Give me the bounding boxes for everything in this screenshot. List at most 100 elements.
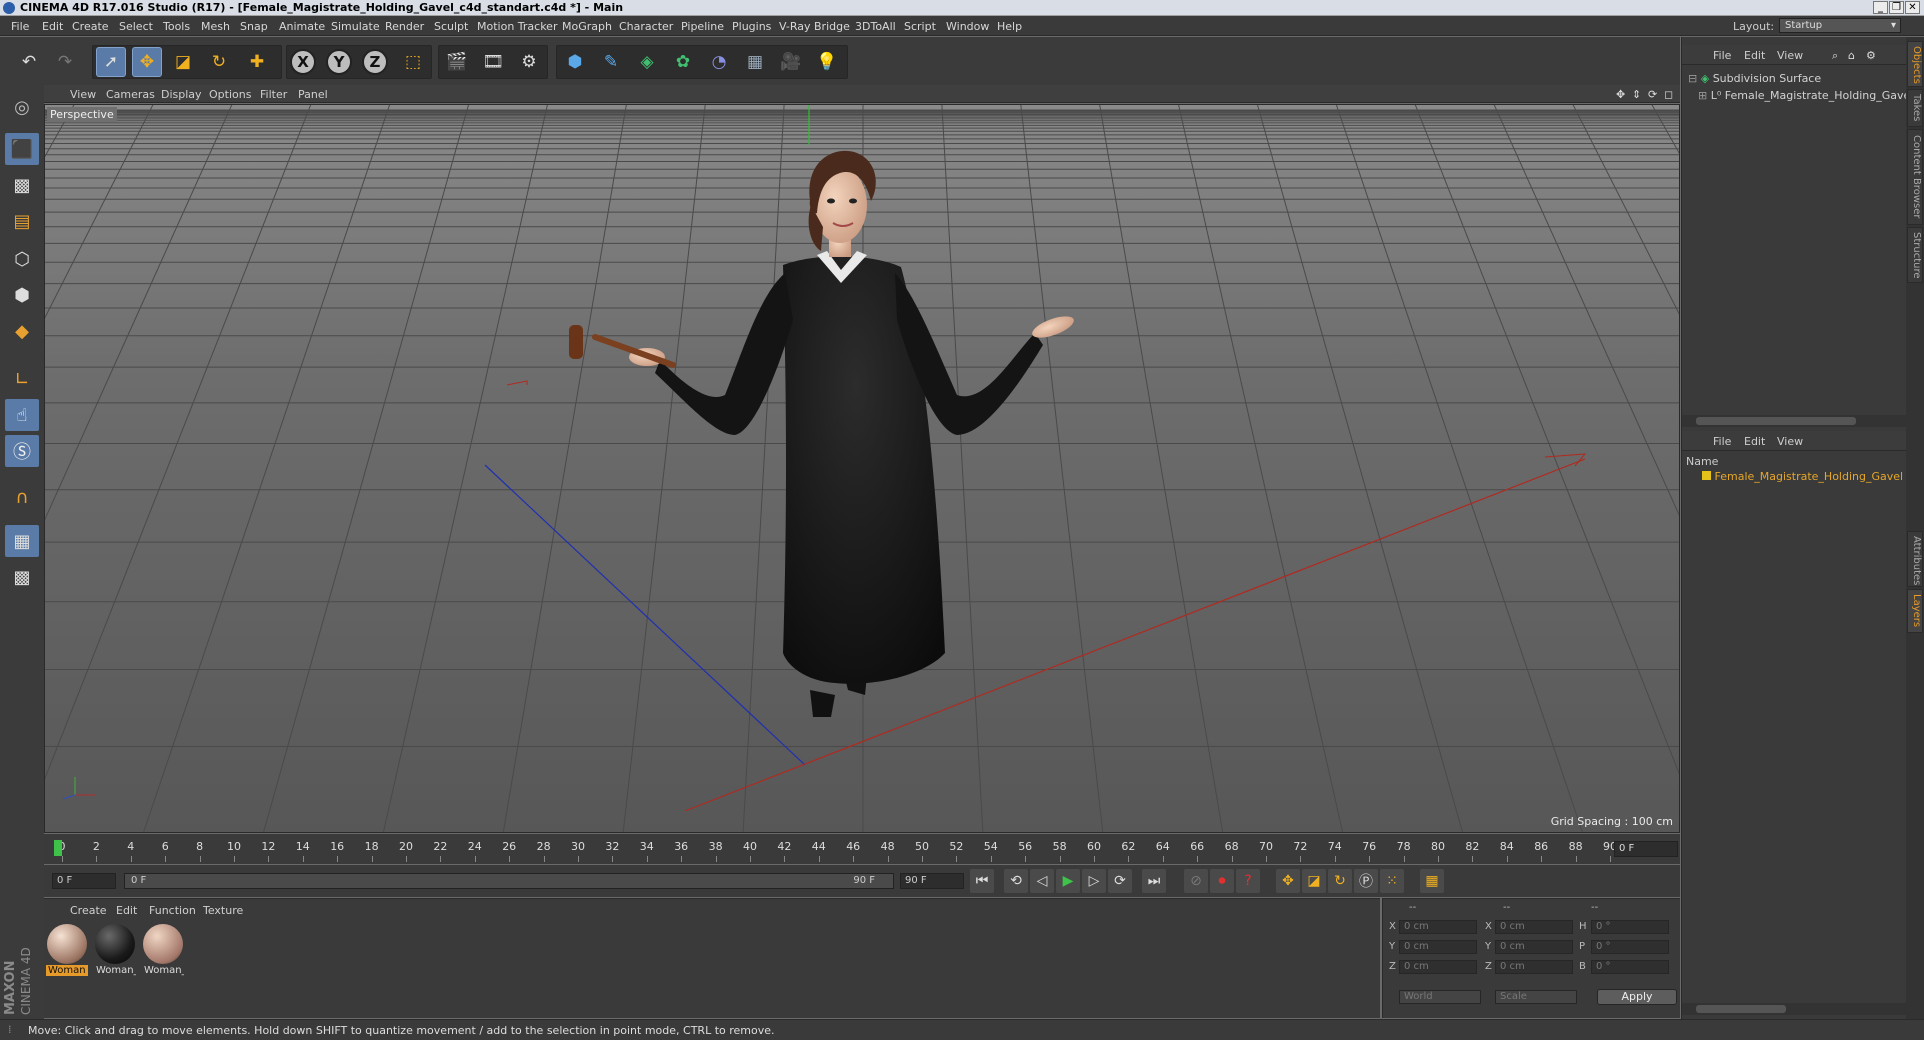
- rotation-b-field[interactable]: 0 °: [1591, 960, 1669, 974]
- snap-icon[interactable]: Ⓢ: [5, 435, 39, 467]
- layout-dropdown[interactable]: Startup ▾: [1779, 18, 1901, 33]
- rotation-h-field[interactable]: 0 °: [1591, 920, 1669, 934]
- material-menu-create[interactable]: Create: [70, 904, 107, 917]
- model-mode-icon[interactable]: ⬛: [5, 133, 39, 165]
- record-position-icon[interactable]: ✥: [1276, 869, 1300, 893]
- position-y-field[interactable]: 0 cm: [1399, 940, 1477, 954]
- coordinate-system-dropdown[interactable]: World: [1399, 990, 1481, 1004]
- record-pla-icon[interactable]: ⁙: [1380, 869, 1404, 893]
- layer-row[interactable]: Female_Magistrate_Holding_Gavel: [1702, 470, 1903, 483]
- record-parameter-icon[interactable]: Ⓟ: [1354, 869, 1378, 893]
- search-icon[interactable]: ⌕: [1832, 49, 1838, 63]
- points-mode-icon[interactable]: ⬡: [5, 243, 39, 275]
- cloner-icon[interactable]: ✿: [668, 47, 698, 77]
- live-selection-icon[interactable]: ➚: [96, 47, 126, 77]
- x-axis-lock-icon[interactable]: X: [290, 49, 316, 75]
- object-manager-scrollbar[interactable]: [1682, 415, 1907, 427]
- transform-tool-icon[interactable]: ✚: [242, 47, 272, 77]
- tab-takes[interactable]: Takes: [1907, 89, 1923, 127]
- render-settings-icon[interactable]: ⚙: [514, 47, 544, 77]
- apply-button[interactable]: Apply: [1597, 989, 1677, 1005]
- menu-script[interactable]: Script: [904, 20, 936, 33]
- move-tool-icon[interactable]: ✥: [132, 47, 162, 77]
- size-mode-dropdown[interactable]: Scale: [1495, 990, 1577, 1004]
- viewport-move-icon[interactable]: ✥: [1616, 88, 1625, 101]
- cube-primitive-icon[interactable]: ⬢: [560, 47, 590, 77]
- position-z-field[interactable]: 0 cm: [1399, 960, 1477, 974]
- start-frame-field[interactable]: 0 F: [52, 873, 116, 889]
- scrollbar-thumb[interactable]: [1696, 417, 1856, 425]
- menu-character[interactable]: Character: [619, 20, 673, 33]
- playhead-marker[interactable]: [54, 840, 62, 856]
- workplane-mode-icon[interactable]: ▤: [5, 205, 39, 237]
- play-icon[interactable]: ▶: [1056, 869, 1080, 893]
- size-x-field[interactable]: 0 cm: [1495, 920, 1573, 934]
- material-menu-texture[interactable]: Texture: [203, 904, 243, 917]
- viewport-menu-options[interactable]: Options: [209, 88, 251, 101]
- texture-mode-icon[interactable]: ▩: [5, 169, 39, 201]
- menu-animate[interactable]: Animate: [279, 20, 325, 33]
- filter-icon[interactable]: ⚙: [1866, 49, 1876, 62]
- redo-icon[interactable]: ↷: [50, 47, 80, 77]
- current-frame-field[interactable]: 0 F: [1614, 841, 1678, 857]
- layer-menu-view[interactable]: View: [1777, 435, 1803, 448]
- viewport-rotate-icon[interactable]: ⟳: [1648, 88, 1657, 101]
- viewport-zoom-icon[interactable]: ⇕: [1632, 88, 1641, 101]
- polygons-mode-icon[interactable]: ◆: [5, 315, 39, 347]
- render-view-icon[interactable]: 🎬: [442, 47, 472, 77]
- menu-motion-tracker[interactable]: Motion Tracker: [477, 20, 557, 33]
- viewport-menu-display[interactable]: Display: [161, 88, 202, 101]
- magnet-icon[interactable]: ∩: [5, 481, 39, 513]
- expand-icon[interactable]: ⊟: [1688, 72, 1697, 85]
- end-frame-field[interactable]: 90 F: [900, 873, 964, 889]
- layer-menu-file[interactable]: File: [1713, 435, 1731, 448]
- go-to-start-icon[interactable]: ⏮: [970, 869, 994, 893]
- tab-attributes[interactable]: Attributes: [1907, 531, 1923, 587]
- menu-mesh[interactable]: Mesh: [201, 20, 230, 33]
- viewport-menu-filter[interactable]: Filter: [260, 88, 287, 101]
- camera-icon[interactable]: 🎥: [776, 47, 806, 77]
- planar-workplane-icon[interactable]: ▩: [5, 561, 39, 593]
- record-rotation-icon[interactable]: ↻: [1328, 869, 1352, 893]
- tab-structure[interactable]: Structure: [1907, 227, 1923, 283]
- record-active-objects-icon[interactable]: ⏺: [1210, 869, 1234, 893]
- tweak-mode-icon[interactable]: ☝: [5, 399, 39, 431]
- subdivision-surface-icon[interactable]: ◈: [632, 47, 662, 77]
- viewport-menu-view[interactable]: View: [70, 88, 96, 101]
- next-frame-icon[interactable]: ▷: [1082, 869, 1106, 893]
- menu-tools[interactable]: Tools: [163, 20, 190, 33]
- 3d-viewport[interactable]: Perspective Grid Spacing : 100 cm: [44, 104, 1680, 833]
- tab-objects[interactable]: Objects: [1907, 41, 1923, 87]
- y-axis-lock-icon[interactable]: Y: [326, 49, 352, 75]
- world-coordinate-icon[interactable]: ⬚: [398, 47, 428, 77]
- record-disabled-icon[interactable]: ⊘: [1184, 869, 1208, 893]
- expand-icon[interactable]: ⊞: [1698, 89, 1707, 102]
- axis-mode-icon[interactable]: ∟: [5, 363, 39, 395]
- maximize-button[interactable]: ❐: [1889, 1, 1904, 14]
- previous-key-icon[interactable]: ⟲: [1004, 869, 1028, 893]
- go-to-end-icon[interactable]: ⏭: [1142, 869, 1166, 893]
- viewport-menu-panel[interactable]: Panel: [298, 88, 328, 101]
- menu-simulate[interactable]: Simulate: [331, 20, 380, 33]
- menu-snap[interactable]: Snap: [240, 20, 268, 33]
- minimize-button[interactable]: _: [1873, 1, 1888, 14]
- close-button[interactable]: ✕: [1905, 1, 1920, 14]
- layer-menu-edit[interactable]: Edit: [1744, 435, 1765, 448]
- render-picture-viewer-icon[interactable]: 🎞: [478, 47, 508, 77]
- menu-pipeline[interactable]: Pipeline: [681, 20, 724, 33]
- menu-render[interactable]: Render: [385, 20, 424, 33]
- layer-manager-scrollbar[interactable]: [1682, 1003, 1907, 1015]
- viewport-maximize-icon[interactable]: ◻: [1664, 88, 1673, 101]
- timeline-ruler[interactable]: 0 2 4 6 8 10 12 14 16 18 20 22 24 26 28 30 32 34 36 38 40 42 4…: [44, 834, 1680, 864]
- edges-mode-icon[interactable]: ⬢: [5, 279, 39, 311]
- material-menu-edit[interactable]: Edit: [116, 904, 137, 917]
- home-icon[interactable]: ⌂: [1848, 49, 1855, 62]
- menu-create[interactable]: Create: [72, 20, 109, 33]
- position-x-field[interactable]: 0 cm: [1399, 920, 1477, 934]
- make-editable-icon[interactable]: ◎: [5, 91, 39, 123]
- material-menu-function[interactable]: Function: [149, 904, 196, 917]
- object-menu-view[interactable]: View: [1777, 49, 1803, 62]
- menu-file[interactable]: File: [11, 20, 29, 33]
- menu-edit[interactable]: Edit: [42, 20, 63, 33]
- material-swatch[interactable]: Woman: [46, 923, 88, 983]
